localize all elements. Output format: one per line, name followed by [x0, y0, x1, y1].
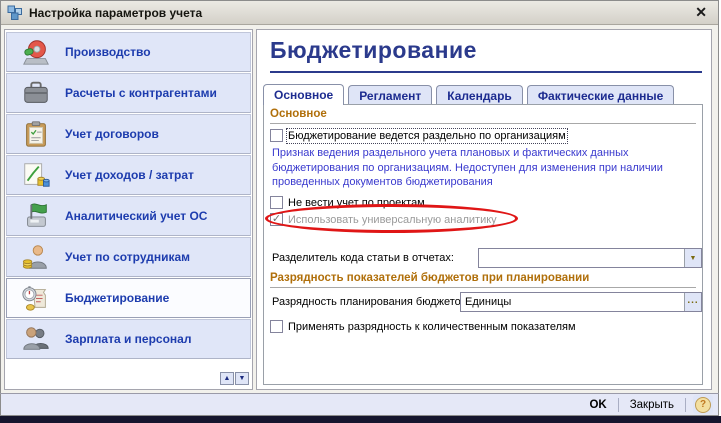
sidebar-item-label: Бюджетирование: [65, 291, 169, 305]
stopwatch-scroll-icon: [7, 283, 65, 313]
title-bar: Настройка параметров учета ✕: [1, 1, 718, 25]
checkbox-apply-quantity[interactable]: [270, 320, 283, 333]
briefcase-icon: [7, 78, 65, 108]
checkbox-label: Использовать универсальную аналитику: [288, 214, 497, 226]
sidebar-item-budgeting[interactable]: Бюджетирование: [6, 278, 251, 318]
sidebar-item-payroll[interactable]: Зарплата и персонал: [6, 319, 251, 359]
footer-divider: [685, 398, 686, 412]
page-title: Бюджетирование: [270, 37, 477, 64]
sidebar-item-label: Учет договоров: [65, 127, 159, 141]
person-coins-icon: [7, 242, 65, 272]
combobox-value[interactable]: [479, 249, 684, 267]
checkbox-label[interactable]: Бюджетирование ведется раздельно по орга…: [288, 130, 566, 142]
checkbox-row-apply-quantity[interactable]: Применять разрядность к количественным п…: [270, 319, 576, 334]
chart-cylinders-icon: [7, 160, 65, 190]
tab-strip: Основное Регламент Календарь Фактические…: [263, 84, 678, 105]
sidebar-item-income-expenses[interactable]: Учет доходов / затрат: [6, 155, 251, 195]
sidebar-item-label: Учет доходов / затрат: [65, 168, 194, 182]
sidebar-item-contractors[interactable]: Расчеты с контрагентами: [6, 73, 251, 113]
tab-page-osnovnoe: Основное Бюджетирование ведется раздельн…: [263, 104, 703, 385]
sidebar-item-label: Производство: [65, 45, 151, 59]
sidebar-item-fixed-assets[interactable]: Аналитический учет ОС: [6, 196, 251, 236]
main-panel: Бюджетирование Основное Регламент Календ…: [256, 29, 712, 390]
close-icon[interactable]: ✕: [692, 4, 710, 21]
dropdown-arrow-icon[interactable]: ▼: [684, 249, 701, 267]
section-rule: [270, 287, 696, 288]
checkbox-row-universal-analytics: ✓ Использовать универсальную аналитику: [270, 212, 497, 227]
tab-fakticheskie-dannye[interactable]: Фактические данные: [527, 85, 674, 105]
description-text: Признак ведения раздельного учета планов…: [272, 146, 686, 190]
checkbox-universal-analytics-checked: ✓: [270, 213, 283, 226]
ellipsis-button[interactable]: ...: [684, 293, 701, 311]
sections-sidebar: Производство Расчеты с контрагентами Уче…: [4, 29, 253, 390]
code-separator-label: Разделитель кода статьи в отчетах:: [272, 252, 454, 264]
checkbox-label[interactable]: Не вести учет по проектам: [288, 197, 425, 209]
two-people-icon: [7, 324, 65, 354]
title-underline: [270, 71, 702, 73]
checkbox-no-projects[interactable]: [270, 196, 283, 209]
tab-osnovnoe[interactable]: Основное: [263, 84, 344, 105]
production-gauge-icon: [7, 37, 65, 67]
footer-divider: [618, 398, 619, 412]
close-button[interactable]: Закрыть: [626, 398, 678, 412]
scroll-up-icon[interactable]: ▲: [220, 372, 234, 385]
clipboard-icon: [7, 119, 65, 149]
sidebar-item-label: Аналитический учет ОС: [65, 209, 207, 223]
section-header-main: Основное: [270, 108, 327, 120]
section-rule: [270, 123, 696, 124]
app-blocks-icon: [7, 5, 23, 21]
tab-kalendar[interactable]: Календарь: [436, 85, 523, 105]
planning-capacity-field[interactable]: Единицы ...: [460, 292, 702, 312]
section-header-capacity: Разрядность показателей бюджетов при пла…: [270, 272, 589, 284]
help-button[interactable]: ?: [693, 395, 713, 414]
screenshot: Настройка параметров учета ✕ Производств…: [0, 0, 721, 423]
sidebar-item-employees[interactable]: Учет по сотрудникам: [6, 237, 251, 277]
scroll-down-icon[interactable]: ▼: [235, 372, 249, 385]
sidebar-item-contracts[interactable]: Учет договоров: [6, 114, 251, 154]
bottom-edge-strip: [0, 416, 721, 423]
green-flag-device-icon: [7, 201, 65, 231]
sidebar-item-production[interactable]: Производство: [6, 32, 251, 72]
sidebar-item-label: Зарплата и персонал: [65, 332, 191, 346]
field-value[interactable]: Единицы: [461, 293, 684, 311]
footer-bar: OK Закрыть ?: [1, 394, 718, 415]
checkbox-row-no-projects[interactable]: Не вести учет по проектам: [270, 195, 425, 210]
window-title: Настройка параметров учета: [29, 6, 692, 20]
checkbox-row-separate-org[interactable]: Бюджетирование ведется раздельно по орга…: [270, 128, 566, 143]
help-icon[interactable]: ?: [695, 397, 711, 413]
planning-capacity-label: Разрядность планирования бюджетов:: [272, 296, 470, 308]
sidebar-scroll-buttons: ▲ ▼: [220, 372, 249, 385]
checkbox-separate-org[interactable]: [270, 129, 283, 142]
tab-reglament[interactable]: Регламент: [348, 85, 432, 105]
ok-button[interactable]: OK: [585, 398, 610, 412]
sidebar-item-label: Расчеты с контрагентами: [65, 86, 217, 100]
code-separator-combobox[interactable]: ▼: [478, 248, 702, 268]
sidebar-item-label: Учет по сотрудникам: [65, 250, 190, 264]
checkbox-label[interactable]: Применять разрядность к количественным п…: [288, 321, 576, 333]
